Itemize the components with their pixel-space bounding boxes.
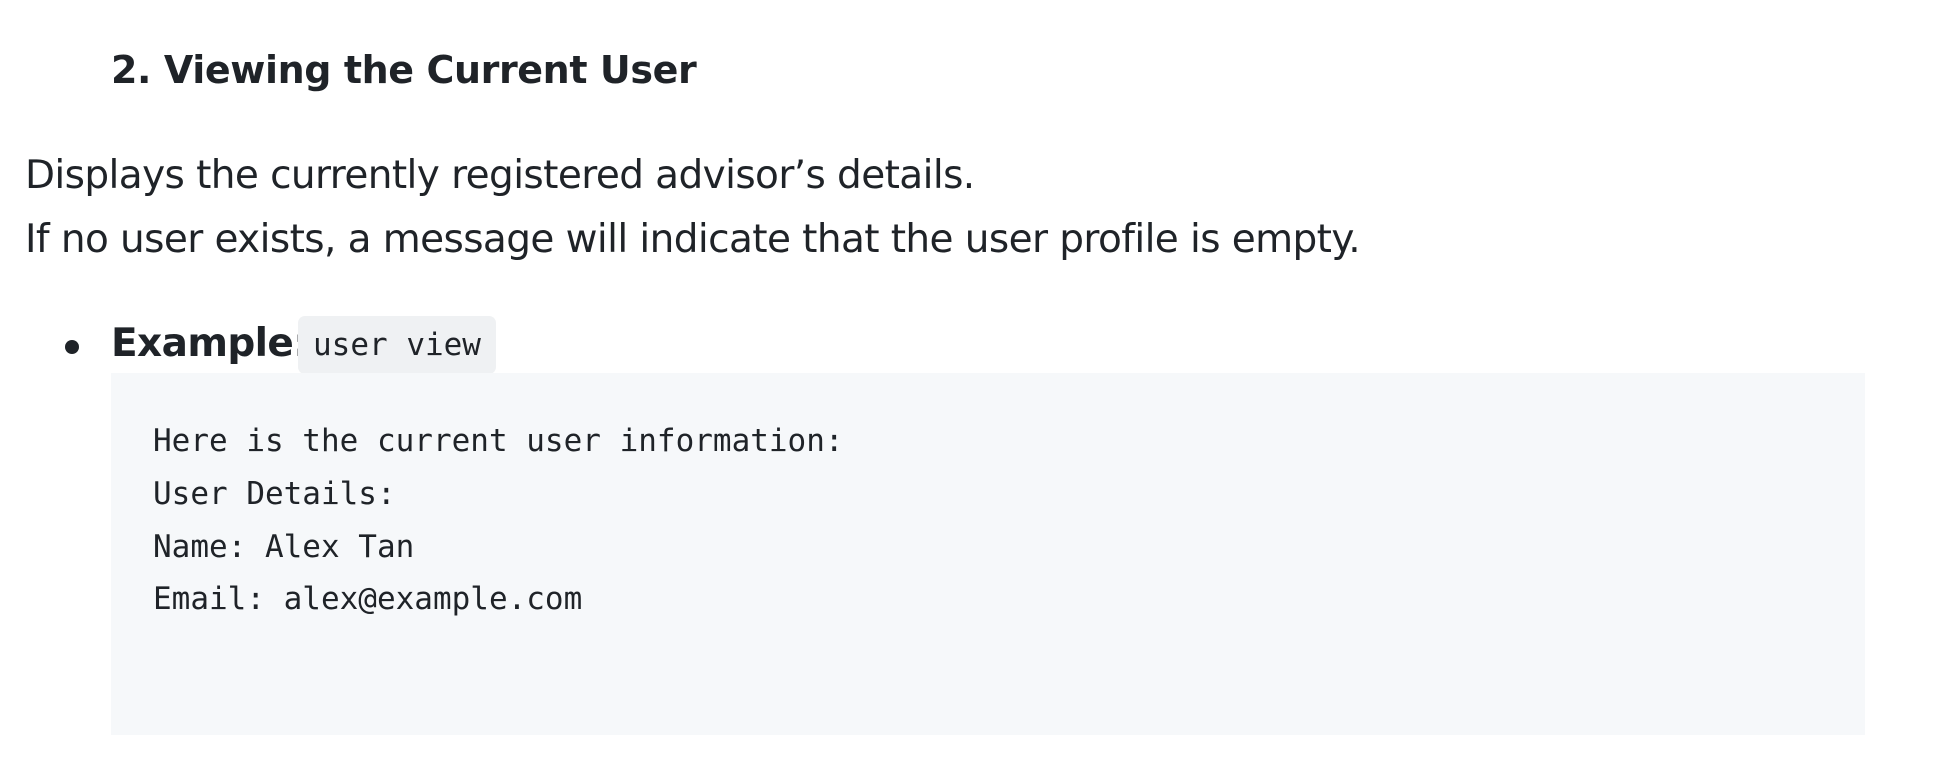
section-description: Displays the currently registered adviso…	[25, 144, 1361, 272]
code-line: Here is the current user information:	[153, 423, 844, 459]
example-label: Example:	[111, 321, 309, 366]
code-line: Name: Alex Tan	[153, 529, 415, 565]
code-line: Email: alex@example.com	[153, 581, 583, 617]
description-line: If no user exists, a message will indica…	[25, 217, 1361, 262]
bullet-icon	[65, 340, 79, 354]
description-line: Displays the currently registered adviso…	[25, 153, 975, 198]
section-heading: 2. Viewing the Current User	[111, 48, 697, 92]
example-list-item: Example: user view	[0, 314, 1958, 378]
example-command-code: user view	[298, 316, 496, 374]
code-line: User Details:	[153, 476, 396, 512]
example-output-code-block: Here is the current user information: Use…	[111, 373, 1865, 735]
